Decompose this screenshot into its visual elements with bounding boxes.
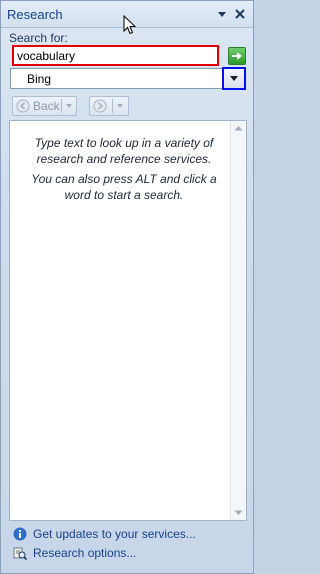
get-updates-label[interactable]: Get updates to your services... [33,527,196,541]
search-for-label: Search for: [9,31,68,45]
search-input[interactable] [12,45,219,66]
title-bar: Research [1,1,253,35]
alt-click-hint: You can also press ALT and click a word … [31,172,217,202]
results-area: Type text to look up in a variety of res… [9,120,247,521]
mouse-pointer-icon [123,15,137,35]
forward-history-dropdown-icon[interactable] [113,99,127,113]
forward-button[interactable] [89,96,129,116]
selected-service: Bing [27,72,52,86]
back-label: Back [33,99,60,113]
close-icon[interactable] [233,7,247,21]
start-search-arrow-icon[interactable] [228,47,246,65]
info-icon [13,527,27,541]
back-arrow-icon [16,99,30,113]
help-message: Type text to look up in a variety of res… [34,136,214,166]
service-dropdown-button[interactable] [222,67,246,90]
research-options-label[interactable]: Research options... [33,546,136,560]
back-history-dropdown-icon[interactable] [62,99,76,113]
vertical-scrollbar[interactable] [230,121,246,520]
research-pane: Research Search for: Bing Back [0,0,254,574]
pane-title: Research [7,7,63,22]
research-service-select[interactable]: Bing [10,68,224,89]
forward-arrow-icon [93,99,107,113]
pane-options-dropdown-icon[interactable] [215,7,229,21]
back-button[interactable]: Back [12,96,77,116]
scroll-down-icon[interactable] [234,510,243,516]
scroll-up-icon[interactable] [234,125,243,131]
research-options-icon [13,547,27,560]
